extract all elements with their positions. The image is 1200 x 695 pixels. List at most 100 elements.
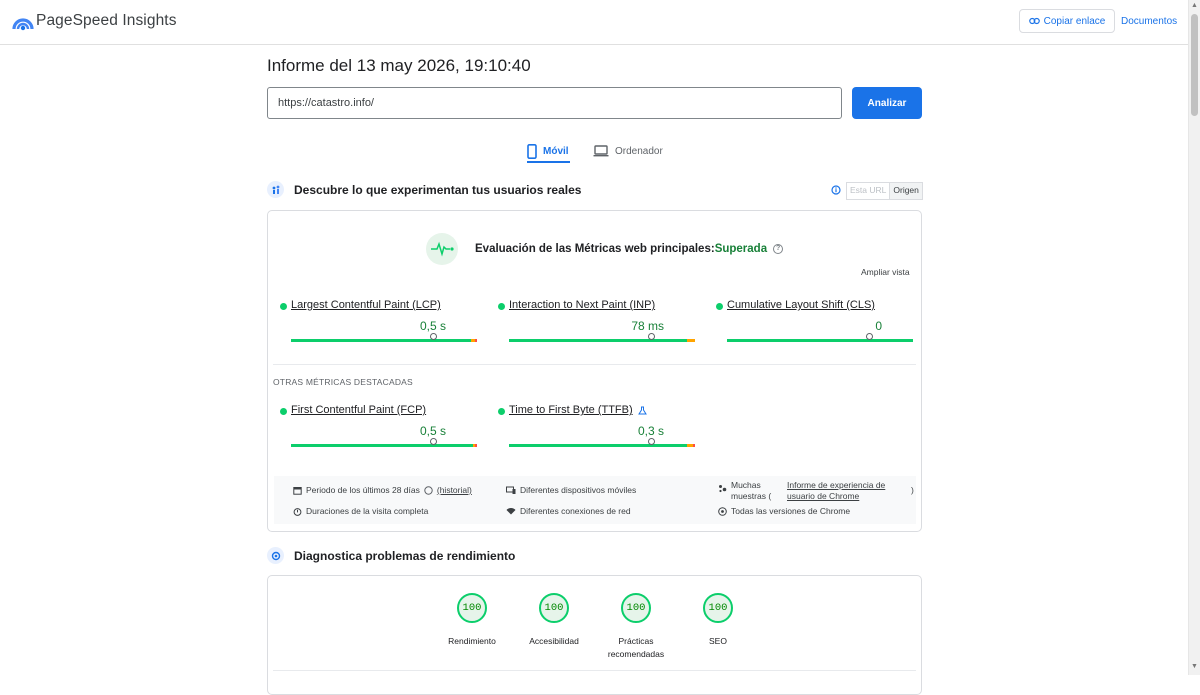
- field-data-title: Descubre lo que experimentan tus usuario…: [294, 182, 582, 197]
- url-input[interactable]: [267, 87, 842, 119]
- phone-icon: [527, 143, 537, 159]
- p75-marker: [648, 333, 655, 340]
- docs-link[interactable]: Documentos: [1121, 16, 1177, 27]
- help-icon[interactable]: ?: [773, 243, 784, 254]
- score-gauge-accessibility[interactable]: 100: [539, 593, 569, 623]
- score-gauge-seo[interactable]: 100: [703, 593, 733, 623]
- cwv-assessment-label: Evaluación de las Métricas web principal…: [475, 243, 715, 255]
- distribution-bar: [291, 339, 477, 342]
- laptop-icon: [593, 145, 609, 157]
- cwv-assessment-result: Superada: [714, 243, 768, 255]
- metric-label[interactable]: First Contentful Paint (FCP): [291, 404, 426, 416]
- metric-label[interactable]: Interaction to Next Paint (INP): [509, 299, 655, 311]
- metric-value: 78 ms: [631, 319, 664, 333]
- devices-icon: [506, 486, 516, 494]
- footer-samples-suffix: ): [911, 485, 914, 495]
- help-icon[interactable]: [424, 485, 433, 495]
- cwv-assessment: Evaluación de las Métricas web principal…: [475, 243, 784, 255]
- tab-mobile-label: Móvil: [543, 145, 569, 157]
- status-dot: [498, 303, 505, 310]
- metric-label[interactable]: Time to First Byte (TTFB): [509, 404, 633, 416]
- score-gauge-performance[interactable]: 100: [457, 593, 487, 623]
- metric-value: 0: [875, 319, 882, 333]
- scroll-up-icon[interactable]: ▲: [1191, 2, 1198, 9]
- crux-report-link[interactable]: Informe de experiencia de usuario de Chr…: [787, 480, 897, 502]
- divider: [273, 364, 916, 365]
- footer-connections: Diferentes conexiones de red: [506, 506, 631, 516]
- distribution-bar: [509, 339, 695, 342]
- footer-devices-label: Diferentes dispositivos móviles: [520, 485, 637, 495]
- copy-link-label: Copiar enlace: [1043, 15, 1106, 27]
- metric-fcp: First Contentful Paint (FCP) 0,5 s: [280, 404, 477, 450]
- distribution-bar: [727, 339, 913, 342]
- toggle-this-url[interactable]: Esta URL: [847, 183, 889, 199]
- footer-durations-label: Duraciones de la visita completa: [306, 506, 429, 516]
- brand-title[interactable]: PageSpeed Insights: [36, 12, 177, 30]
- p75-marker: [430, 438, 437, 445]
- expand-view-toggle[interactable]: Ampliar vista: [861, 267, 910, 277]
- metric-value: 0,5 s: [419, 424, 446, 438]
- url-origin-toggle[interactable]: Esta URL Origen: [846, 182, 923, 200]
- status-dot: [280, 408, 287, 415]
- footer-durations: Duraciones de la visita completa: [293, 506, 428, 516]
- distribution-bar: [291, 444, 477, 447]
- link-icon: [1028, 17, 1040, 25]
- pagespeed-logo-icon: [12, 18, 34, 31]
- diagnose-heading: Diagnostica problemas de rendimiento: [267, 547, 515, 564]
- diagnose-title: Diagnostica problemas de rendimiento: [294, 548, 516, 563]
- metric-label[interactable]: Cumulative Layout Shift (CLS): [727, 299, 875, 311]
- other-metrics-title: OTRAS MÉTRICAS DESTACADAS: [273, 377, 413, 387]
- wifi-icon: [506, 507, 516, 515]
- p75-marker: [648, 438, 655, 445]
- experimental-flask-icon: [638, 406, 647, 415]
- top-bar: PageSpeed Insights Copiar enlace Documen…: [0, 0, 1188, 45]
- chrome-icon: [718, 506, 727, 516]
- scrollbar[interactable]: ▲ ▼: [1188, 0, 1200, 675]
- metric-value: 0,5 s: [419, 319, 446, 333]
- status-dot: [716, 303, 723, 310]
- metric-label[interactable]: Largest Contentful Paint (LCP): [291, 299, 441, 311]
- copy-link-button[interactable]: Copiar enlace: [1019, 9, 1115, 33]
- score-label-seo: SEO: [709, 636, 727, 646]
- toggle-origin[interactable]: Origen: [889, 183, 922, 199]
- users-icon: [267, 181, 284, 198]
- field-data-heading: Descubre lo que experimentan tus usuario…: [267, 181, 581, 198]
- tab-desktop[interactable]: Ordenador: [593, 140, 663, 162]
- report-title: Informe del 13 may 2026, 19:10:40: [267, 56, 531, 75]
- timer-icon: [293, 507, 302, 516]
- history-link[interactable]: (historial): [437, 485, 472, 495]
- metric-ttfb: Time to First Byte (TTFB) 0,3 s: [498, 404, 695, 450]
- metric-lcp: Largest Contentful Paint (LCP) 0,5 s: [280, 299, 477, 345]
- footer-versions-label: Todas las versiones de Chrome: [731, 506, 851, 516]
- footer-connections-label: Diferentes conexiones de red: [520, 506, 631, 516]
- metric-cls: Cumulative Layout Shift (CLS) 0: [716, 299, 913, 345]
- footer-samples: Muchas muestras ( Informe de experiencia…: [718, 480, 914, 502]
- calendar-icon: [293, 486, 302, 495]
- tab-desktop-label: Ordenador: [615, 145, 663, 157]
- pulse-icon: [426, 233, 458, 265]
- metric-value: 0,3 s: [637, 424, 664, 438]
- footer-devices: Diferentes dispositivos móviles: [506, 485, 636, 495]
- samples-icon: [719, 485, 727, 493]
- footer-period-label: Periodo de los últimos 28 días: [306, 485, 420, 495]
- score-gauge-best-practices[interactable]: 100: [621, 593, 651, 623]
- analyze-button[interactable]: Analizar: [852, 87, 922, 119]
- metric-inp: Interaction to Next Paint (INP) 78 ms: [498, 299, 695, 345]
- score-label-performance: Rendimiento: [448, 636, 496, 646]
- diagnose-icon: [267, 547, 284, 564]
- score-label-best-practices: Prácticas recomendadas: [607, 636, 665, 659]
- footer-period: Periodo de los últimos 28 días (historia…: [293, 485, 472, 495]
- footer-versions: Todas las versiones de Chrome: [718, 506, 850, 516]
- footer-samples-prefix: Muchas muestras (: [731, 480, 772, 501]
- p75-marker: [430, 333, 437, 340]
- tab-mobile[interactable]: Móvil: [527, 140, 569, 162]
- status-dot: [280, 303, 287, 310]
- score-label-accessibility: Accesibilidad: [529, 636, 579, 646]
- scroll-thumb[interactable]: [1191, 14, 1198, 116]
- scroll-down-icon[interactable]: ▼: [1191, 663, 1198, 670]
- info-icon[interactable]: [831, 185, 841, 195]
- tab-mobile-indicator: [527, 161, 570, 163]
- distribution-bar: [509, 444, 695, 447]
- p75-marker: [866, 333, 873, 340]
- divider: [273, 670, 916, 671]
